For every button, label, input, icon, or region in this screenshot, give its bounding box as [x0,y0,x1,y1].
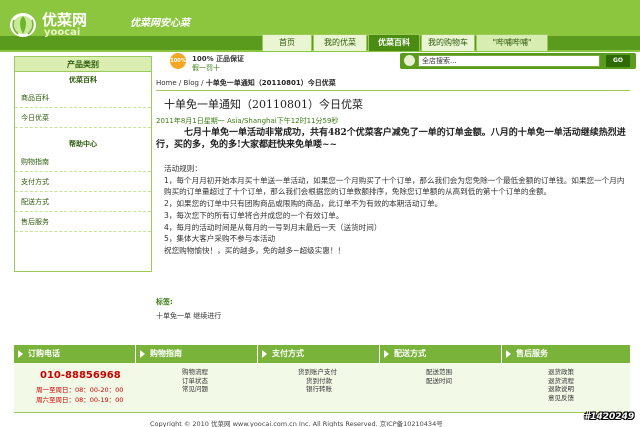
sidebar: 产品类别 优菜百科 商品百科 今日优菜 帮助中心 购物指南 支付方式 配送方式 … [14,56,152,272]
tags-label: 标签: [156,298,173,306]
footer-payment-links: 货到账户支付 货到付款 银行转账 [298,368,337,394]
nav-cart[interactable]: 我的购物车 [421,34,475,51]
guarantee-subtext: 假一罚十 [192,64,220,72]
footer-link[interactable]: 货到付款 [298,377,337,386]
footer-after-sales-links: 退货政策 退货流程 退款说明 意见反馈 [548,368,574,402]
footer-link[interactable]: 配送范围 [426,368,452,377]
footer-link[interactable]: 退货流程 [548,377,574,386]
footer-link[interactable]: 配送时间 [426,377,452,386]
footer-link[interactable]: 退货政策 [548,368,574,377]
tags-value[interactable]: 十单免一单 继续进行 [156,311,221,321]
post-title: 十单免一单通知（20110801）今日优菜 [164,98,363,111]
footer-link[interactable]: 退款说明 [548,385,574,394]
footer-title-guide: 购物指南 [136,345,258,363]
site-logo[interactable]: 优菜网 yoocai [8,6,120,40]
sidebar-item-today-yoocai[interactable]: 今日优菜 [15,108,151,128]
footer-title-delivery: 配送方式 [380,345,502,363]
image-watermark: #1420249 [584,412,635,422]
nav-special[interactable]: "哔哺哔哺" [476,34,548,51]
sidebar-item-delivery[interactable]: 配送方式 [15,192,151,212]
breadcrumb-current: 十单免一单通知（20110801）今日优菜 [205,79,336,87]
rule-4: 4，每月的活动时间是从每月的一号到月末最后一天（送货时间） [164,222,382,232]
post-date: 2011年8月1日星期一 Asia/Shanghai下午12时11分59秒 [156,117,339,125]
arrow-right-icon [140,350,145,358]
cabbage-icon [10,13,36,37]
footer-link[interactable]: 意见反馈 [548,394,574,403]
footer-title-payment: 支付方式 [258,345,380,363]
sidebar-item-shopping-guide[interactable]: 购物指南 [15,152,151,172]
post-body: 活动规则： 1，每个月月初开始本月买十单送一单活动，如果您一个月购买了十个订单，… [164,163,632,257]
footer-link[interactable]: 购物流程 [182,368,208,377]
nav-encyclopedia[interactable]: 优菜百科 [368,34,420,51]
copyright: Copyright © 2010 优菜网 www.yoocai.com.cn I… [150,420,443,427]
sidebar-title: 产品类别 [15,57,151,72]
hotline-hours-1: 周一至周日：08：00-20：00 [36,386,124,394]
arrow-right-icon [384,350,389,358]
rule-2: 2，如果您的订单中只有团购商品或限购的商品，此订单不为有效的本期活动订单。 [164,199,443,209]
main-nav: 首页 我的优菜 优菜百科 我的购物车 "哔哺哔哺" [262,34,549,51]
footer-title-hotline: 订购电话 [14,345,136,363]
guarantee-badge-icon: 100% [170,53,186,69]
nav-home[interactable]: 首页 [262,34,312,51]
sidebar-section-encyclopedia: 优菜百科 [69,76,97,84]
search-button[interactable]: GO [606,55,630,67]
footer-link[interactable]: 常见问题 [182,385,208,394]
footer-link[interactable]: 银行转账 [298,385,337,394]
breadcrumb: Home / Blog / 十单免一单通知（20110801）今日优菜 [156,78,336,88]
rule-3: 3，每次您下的所有订单将合并成您的一个有效订单。 [164,210,344,220]
rules-title: 活动规则： [164,164,202,173]
logo-text-en: yoocai [44,27,81,38]
sidebar-item-after-sales[interactable]: 售后服务 [15,212,151,232]
breadcrumb-prefix[interactable]: Home / Blog / [156,79,204,87]
closing-line: 祝您购物愉快！，买的越多，免的越多~超级实惠！！ [164,245,346,255]
content-divider [156,90,630,91]
search-icon [404,55,415,66]
footer-link[interactable]: 订单状态 [182,377,208,386]
sidebar-item-product-encyclopedia[interactable]: 商品百科 [15,88,151,108]
footer-delivery-links: 配送范围 配送时间 [426,368,452,385]
hotline-hours-2: 周六至周日：08：00-19：00 [36,396,124,404]
post-lead: 七月十单免一单活动非常成功，共有482个优菜客户减免了一单的订单金额。八月的十单… [156,128,626,150]
nav-my-yoocai[interactable]: 我的优菜 [313,34,367,51]
sidebar-section-help: 帮助中心 [69,140,97,148]
footer-guide-links: 购物流程 订单状态 常见问题 [182,368,208,394]
hotline-number: 010-88856968 [40,370,121,381]
rule-1: 1，每个月月初开始本月买十单送一单活动，如果您一个月购买了十个订单，那么我们会为… [164,175,625,197]
footer-title-after-sales: 售后服务 [502,345,630,363]
rule-5: 5，集体大客户采购不参与本活动 [164,234,276,244]
site-slogan: 优菜网安心菜 [130,18,190,29]
footer-bar: 订购电话 购物指南 支付方式 配送方式 售后服务 [14,345,630,363]
footer-link[interactable]: 货到账户支付 [298,368,337,377]
search-input[interactable]: 全店搜索... [418,55,600,67]
arrow-right-icon [262,350,267,358]
arrow-right-icon [18,350,23,358]
sidebar-item-payment[interactable]: 支付方式 [15,172,151,192]
arrow-right-icon [506,350,511,358]
